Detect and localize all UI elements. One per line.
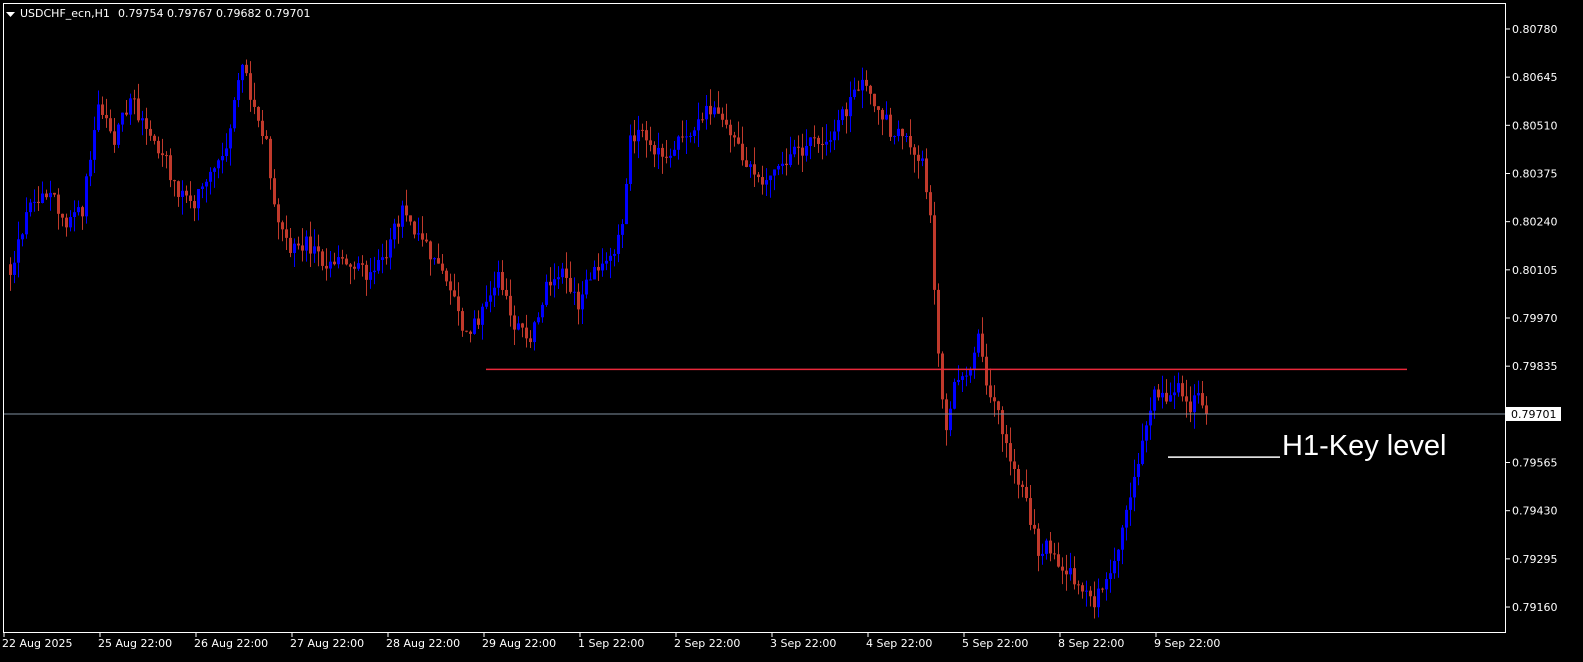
time-tick-label: 29 Aug 22:00	[482, 637, 556, 650]
time-tick-label: 27 Aug 22:00	[290, 637, 364, 650]
candle-bull	[953, 378, 956, 410]
price-tick-label: 0.80240	[1512, 216, 1558, 229]
time-tick-label: 22 Aug 2025	[2, 637, 72, 650]
time-tick-label: 9 Sep 22:00	[1154, 637, 1220, 650]
time-tick-label: 28 Aug 22:00	[386, 637, 460, 650]
candle-bull	[117, 122, 120, 149]
time-tick-label: 1 Sep 22:00	[578, 637, 644, 650]
candle-bull	[625, 178, 628, 225]
price-tick-label: 0.80375	[1512, 167, 1558, 180]
price-tick-label: 0.79430	[1512, 505, 1558, 518]
price-tick-label: 0.80780	[1512, 23, 1558, 36]
time-tick-label: 4 Sep 22:00	[866, 637, 932, 650]
price-tick-label: 0.80645	[1512, 71, 1558, 84]
price-tick-label: 0.79160	[1512, 601, 1558, 614]
time-tick-label: 5 Sep 22:00	[962, 637, 1028, 650]
chart: H1-Key level USDCHF_ecn,H1 0.79754 0.797…	[0, 0, 1583, 662]
symbol-label: USDCHF_ecn,H1	[20, 7, 110, 20]
price-tick-label: 0.79565	[1512, 457, 1558, 470]
price-tick-label: 0.79835	[1512, 360, 1558, 373]
price-tick-label: 0.80510	[1512, 119, 1558, 132]
time-tick-label: 25 Aug 22:00	[98, 637, 172, 650]
time-tick-label: 26 Aug 22:00	[194, 637, 268, 650]
time-tick-label: 8 Sep 22:00	[1058, 637, 1124, 650]
ohlc-values: 0.79754 0.79767 0.79682 0.79701	[118, 7, 310, 20]
candle-bull	[233, 97, 236, 132]
price-tick-label: 0.79970	[1512, 312, 1558, 325]
candle-bull	[85, 173, 88, 224]
time-tick-label: 2 Sep 22:00	[674, 637, 740, 650]
price-tick-label: 0.79295	[1512, 553, 1558, 566]
time-tick-label: 3 Sep 22:00	[770, 637, 836, 650]
candle-bear	[933, 201, 936, 305]
price-tick-label: 0.80105	[1512, 264, 1558, 277]
current-price-tag: 0.79701	[1511, 408, 1557, 421]
annotation-label: H1-Key level	[1282, 430, 1446, 462]
